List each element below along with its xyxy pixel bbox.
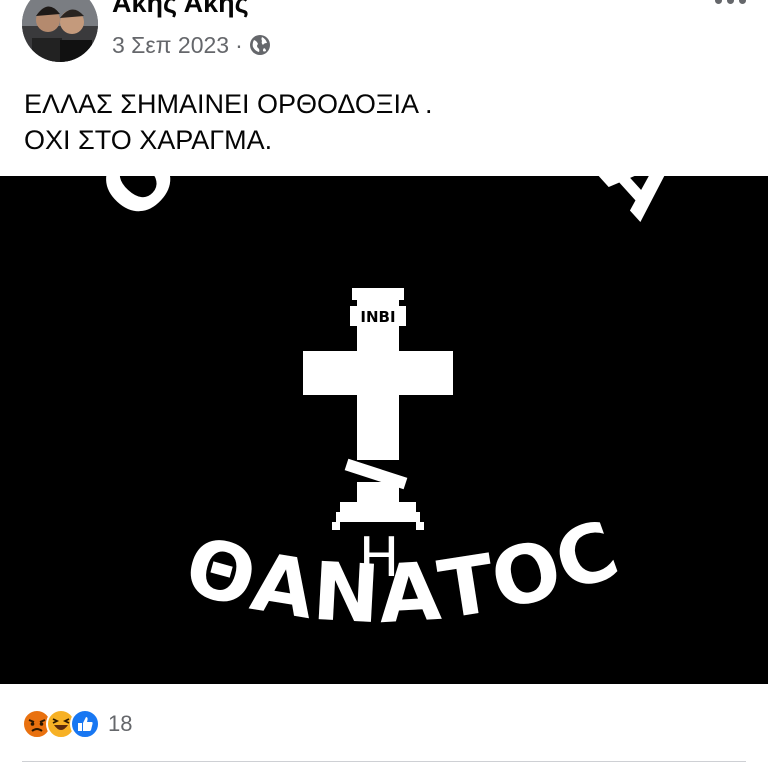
reaction-count[interactable]: 18 (108, 711, 132, 737)
orthodoxy-banner: ΟΡΘΟΔΟΞΙΑ INBI Η ΘΑΝΑΤΟC (0, 176, 768, 684)
globe-icon[interactable] (249, 34, 271, 56)
post-text: ΕΛΛΑΣ ΣΗΜΑΙΝΕΙ ΟΡΘΟΔΟΞΙΑ . ΟΧΙ ΣΤΟ ΧΑΡΑΓ… (24, 86, 432, 158)
post-image[interactable]: ΟΡΘΟΔΟΞΙΑ INBI Η ΘΑΝΑΤΟC (0, 176, 768, 684)
author-name[interactable]: Ακης Ακης (112, 0, 249, 19)
post-header: Ακης Ακης 3 Σεπ 2023 · (0, 0, 768, 70)
dot-icon (714, 0, 722, 4)
reactions-bar[interactable]: 18 (22, 706, 132, 742)
avatar-photo (22, 0, 98, 62)
more-options-button[interactable] (712, 0, 748, 8)
post-date[interactable]: 3 Σεπ 2023 (112, 32, 229, 59)
post-text-line: ΕΛΛΑΣ ΣΗΜΑΙΝΕΙ ΟΡΘΟΔΟΞΙΑ . (24, 89, 433, 119)
post-text-line: ΟΧΙ ΣΤΟ ΧΑΡΑΓΜΑ. (24, 125, 273, 155)
meta-separator: · (235, 31, 243, 58)
dot-icon (738, 0, 746, 4)
cross-label: INBI (360, 308, 395, 326)
divider (22, 761, 746, 762)
dot-icon (726, 0, 734, 4)
avatar[interactable] (22, 0, 98, 62)
reaction-icons (22, 709, 100, 739)
like-icon (70, 709, 100, 739)
post-meta: 3 Σεπ 2023 · (112, 31, 271, 59)
